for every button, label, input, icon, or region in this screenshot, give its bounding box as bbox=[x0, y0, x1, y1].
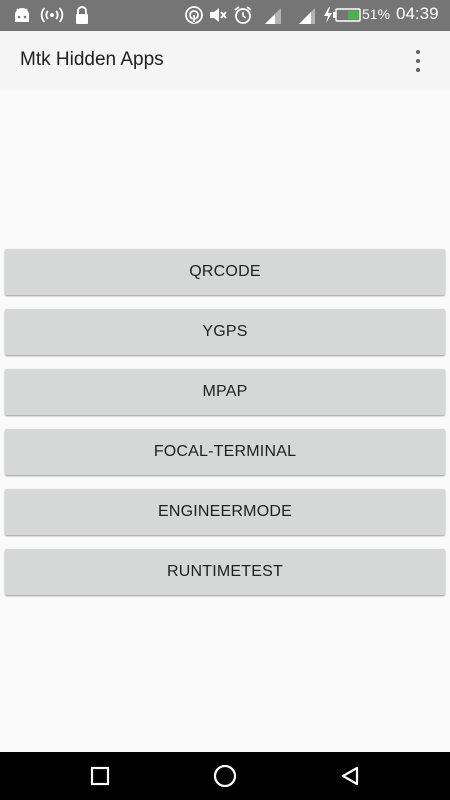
app-title: Mtk Hidden Apps bbox=[20, 49, 164, 70]
more-vert-icon[interactable] bbox=[402, 45, 434, 77]
back-icon[interactable] bbox=[334, 760, 366, 792]
engineermode-button[interactable]: ENGINEERMODE bbox=[5, 489, 445, 535]
home-icon[interactable] bbox=[209, 760, 241, 792]
android-icon bbox=[12, 5, 32, 25]
signal-icon bbox=[263, 5, 283, 25]
battery-icon bbox=[333, 5, 361, 25]
signal-icon bbox=[297, 5, 317, 25]
mute-icon bbox=[208, 5, 228, 25]
navigation-bar bbox=[0, 752, 450, 800]
qrcode-button[interactable]: QRCODE bbox=[5, 249, 445, 295]
focal-terminal-button[interactable]: FOCAL-TERMINAL bbox=[5, 429, 445, 475]
battery-percent: 51% bbox=[362, 6, 391, 22]
ygps-button[interactable]: YGPS bbox=[5, 309, 445, 355]
runtimetest-button[interactable]: RUNTIMETEST bbox=[5, 549, 445, 595]
hotspot-icon bbox=[40, 5, 64, 25]
nfc-icon bbox=[184, 5, 204, 25]
clock: 04:39 bbox=[396, 4, 439, 23]
status-bar: 51% 04:39 bbox=[0, 0, 450, 31]
lock-icon bbox=[72, 5, 92, 25]
mpap-button[interactable]: MPAP bbox=[5, 369, 445, 415]
recents-icon[interactable] bbox=[84, 760, 116, 792]
app-bar: Mtk Hidden Apps bbox=[0, 31, 450, 90]
alarm-icon bbox=[233, 5, 253, 25]
